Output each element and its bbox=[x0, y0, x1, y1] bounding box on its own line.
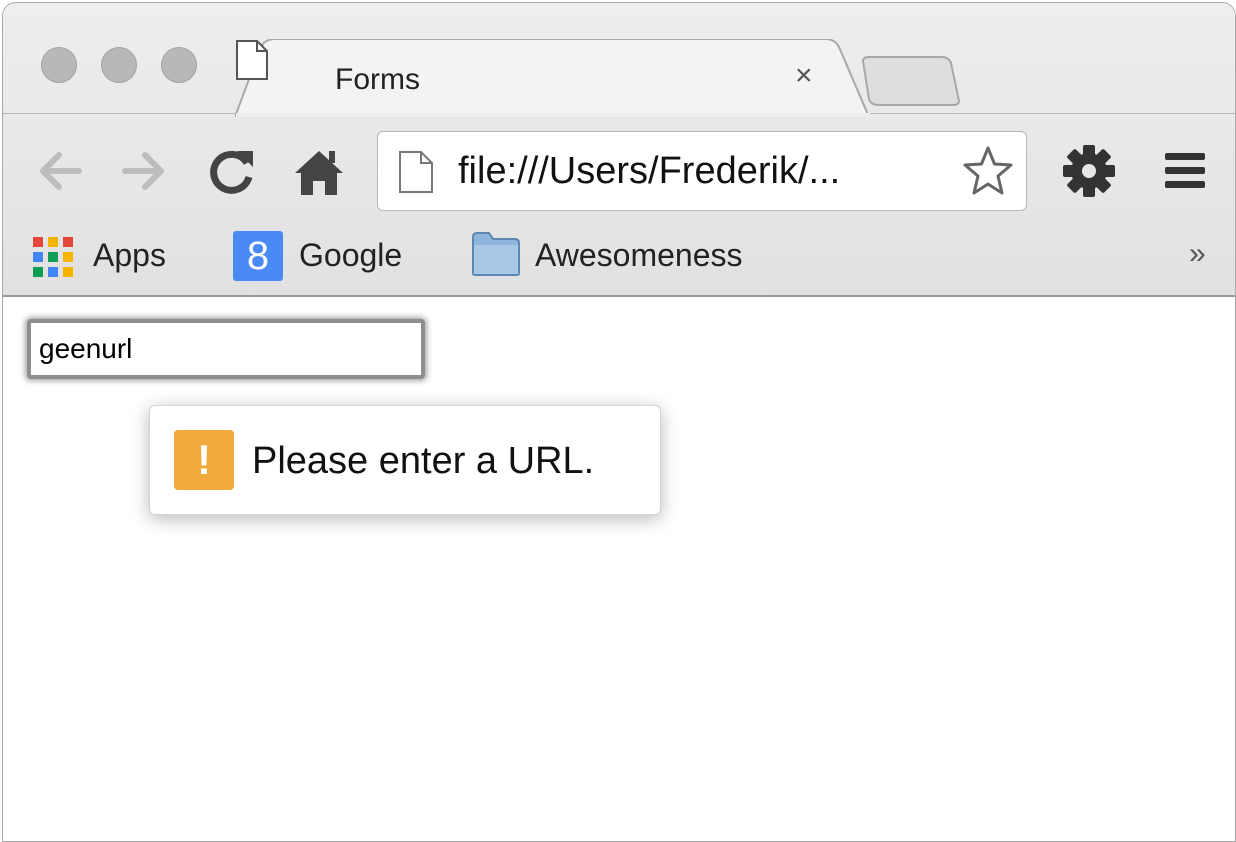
tab-forms[interactable]: Forms × bbox=[235, 39, 871, 117]
bookmark-google[interactable]: 8 Google bbox=[231, 229, 431, 285]
zoom-window-button[interactable] bbox=[161, 47, 197, 83]
warning-icon: ! bbox=[174, 430, 234, 490]
minimize-window-button[interactable] bbox=[101, 47, 137, 83]
bookmarks-overflow-chevron[interactable]: » bbox=[1189, 237, 1206, 271]
browser-window: Forms × file:///Users/Frederik/... Apps … bbox=[2, 2, 1236, 842]
forward-arrow-icon[interactable] bbox=[117, 143, 173, 199]
validation-message: Please enter a URL. bbox=[252, 440, 595, 482]
bookmark-label: Awesomeness bbox=[535, 237, 743, 273]
google-icon: 8 bbox=[233, 231, 283, 281]
menu-icon[interactable] bbox=[1161, 147, 1209, 195]
bookmark-apps[interactable]: Apps bbox=[29, 229, 189, 285]
close-window-button[interactable] bbox=[41, 47, 77, 83]
bookmark-awesomeness[interactable]: Awesomeness bbox=[469, 229, 789, 285]
tab-title: Forms bbox=[335, 63, 420, 96]
url-input[interactable] bbox=[27, 319, 425, 379]
page-content: ! Please enter a URL. bbox=[3, 297, 1235, 841]
new-tab-button[interactable] bbox=[859, 55, 961, 107]
address-bar[interactable]: file:///Users/Frederik/... bbox=[377, 131, 1027, 211]
back-arrow-icon[interactable] bbox=[31, 143, 87, 199]
reload-icon[interactable] bbox=[203, 143, 259, 199]
bookmark-label: Google bbox=[299, 237, 403, 273]
browser-chrome: Forms × file:///Users/Frederik/... Apps … bbox=[3, 3, 1235, 297]
settings-gear-icon[interactable] bbox=[1061, 143, 1117, 199]
apps-grid-icon bbox=[33, 237, 73, 277]
bookmark-star-icon[interactable] bbox=[960, 144, 1016, 200]
tab-close-icon[interactable]: × bbox=[795, 61, 813, 91]
address-url[interactable]: file:///Users/Frederik/... bbox=[458, 150, 840, 193]
page-icon bbox=[236, 40, 268, 80]
page-icon bbox=[399, 151, 433, 193]
home-icon[interactable] bbox=[291, 143, 347, 199]
validation-bubble: ! Please enter a URL. bbox=[149, 405, 661, 515]
bookmark-label: Apps bbox=[93, 237, 166, 273]
folder-icon bbox=[472, 232, 520, 276]
